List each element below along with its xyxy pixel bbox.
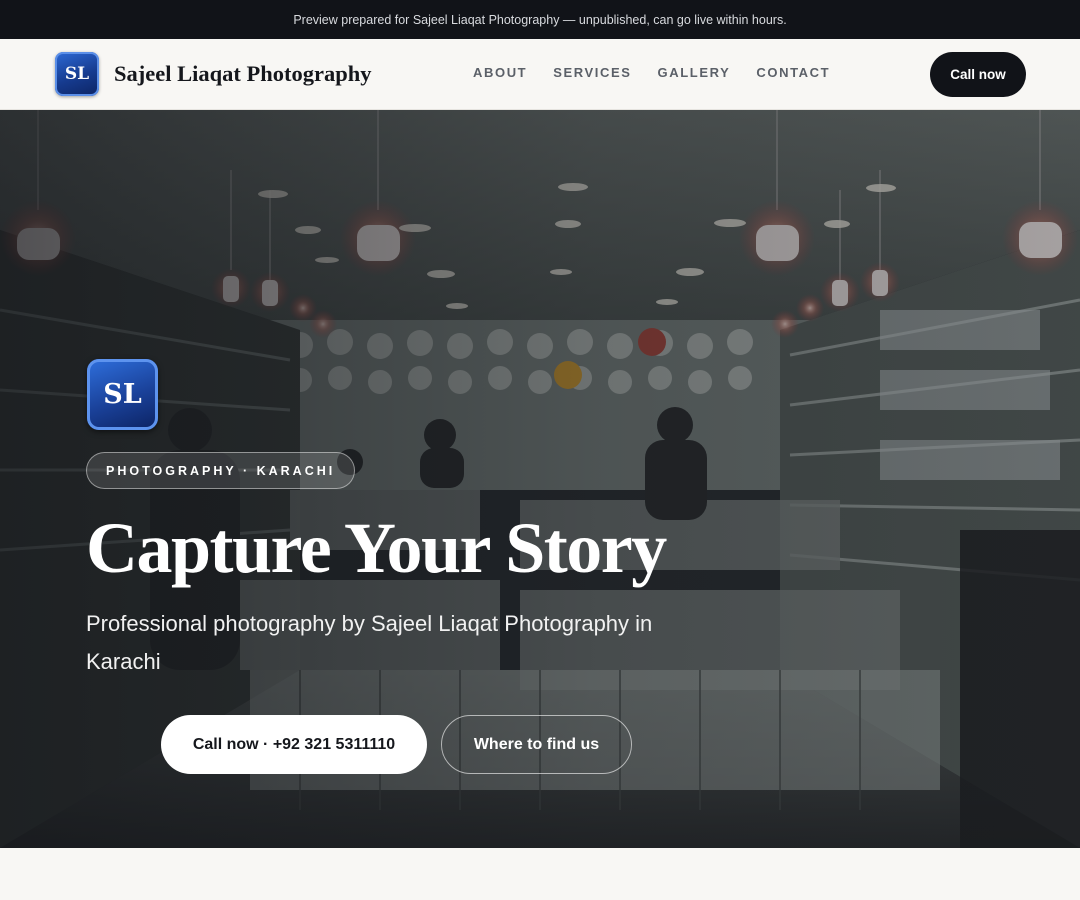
call-now-phone-button[interactable]: Call now · +92 321 5311110 xyxy=(161,715,427,774)
hero-logo-initials: SL xyxy=(103,379,142,410)
hero-eyebrow-badge: PHOTOGRAPHY · KARACHI xyxy=(86,452,356,489)
main-nav: ABOUT SERVICES GALLERY CONTACT xyxy=(473,65,830,80)
nav-link-contact[interactable]: CONTACT xyxy=(756,65,830,80)
call-now-button[interactable]: Call now xyxy=(930,52,1026,97)
nav-link-about[interactable]: ABOUT xyxy=(473,65,527,80)
brand-name[interactable]: Sajeel Liaqat Photography xyxy=(114,61,372,87)
where-to-find-us-button[interactable]: Where to find us xyxy=(441,715,632,774)
preview-banner: Preview prepared for Sajeel Liaqat Photo… xyxy=(0,0,1080,39)
hero-title: Capture Your Story xyxy=(86,508,667,588)
logo-badge[interactable]: SL xyxy=(55,52,99,96)
hero-section: SL PHOTOGRAPHY · KARACHI Capture Your St… xyxy=(0,110,1080,848)
hero-subtitle: Professional photography by Sajeel Liaqa… xyxy=(86,611,653,674)
logo-initials: SL xyxy=(64,64,90,84)
hero-logo-badge: SL xyxy=(87,359,158,430)
preview-banner-text: Preview prepared for Sajeel Liaqat Photo… xyxy=(293,12,787,27)
site-header: SL Sajeel Liaqat Photography ABOUT SERVI… xyxy=(0,39,1080,110)
nav-link-services[interactable]: SERVICES xyxy=(553,65,631,80)
nav-link-gallery[interactable]: GALLERY xyxy=(658,65,731,80)
